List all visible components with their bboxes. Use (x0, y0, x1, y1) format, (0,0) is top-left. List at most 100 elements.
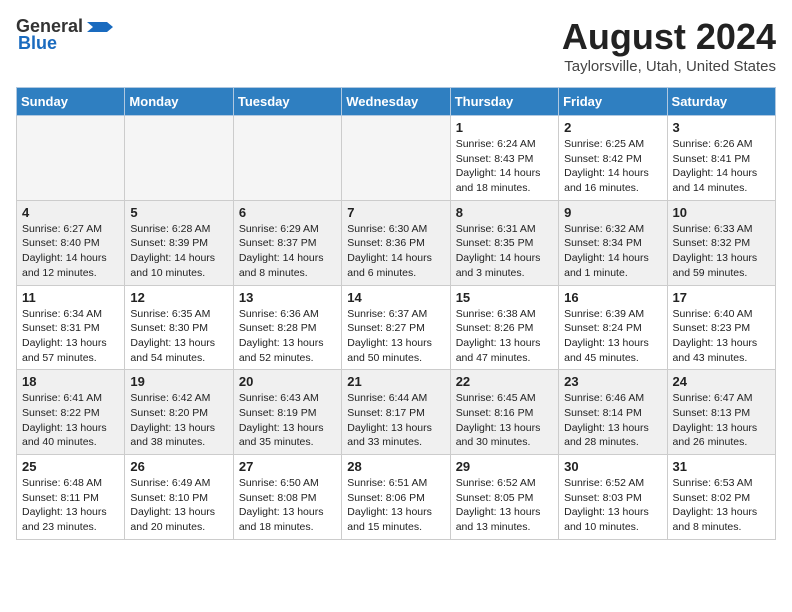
cell-info: Sunrise: 6:53 AM Sunset: 8:02 PM Dayligh… (673, 476, 770, 535)
calendar-cell: 25 Sunrise: 6:48 AM Sunset: 8:11 PM Dayli… (17, 455, 125, 540)
cell-info: Sunrise: 6:31 AM Sunset: 8:35 PM Dayligh… (456, 222, 553, 281)
day-number: 7 (347, 205, 444, 220)
cell-info: Sunrise: 6:35 AM Sunset: 8:30 PM Dayligh… (130, 307, 227, 366)
calendar-cell: 29Sunrise: 6:52 AM Sunset: 8:05 PM Dayli… (450, 455, 558, 540)
calendar-cell: 3 Sunrise: 6:26 AM Sunset: 8:41 PM Daylig… (667, 116, 775, 201)
logo: General Blue (16, 16, 115, 54)
day-number: 16 (564, 290, 661, 305)
day-number: 1 (456, 120, 553, 135)
cell-info: Sunrise: 6:45 AM Sunset: 8:16 PM Dayligh… (456, 391, 553, 450)
cell-info: Sunrise: 6:42 AM Sunset: 8:20 PM Dayligh… (130, 391, 227, 450)
calendar-week-row: 25 Sunrise: 6:48 AM Sunset: 8:11 PM Dayli… (17, 455, 776, 540)
col-header-thursday: Thursday (450, 88, 558, 116)
cell-info: Sunrise: 6:47 AM Sunset: 8:13 PM Dayligh… (673, 391, 770, 450)
logo-blue-text: Blue (18, 33, 57, 54)
calendar-cell: 4Sunrise: 6:27 AM Sunset: 8:40 PM Daylig… (17, 200, 125, 285)
cell-info: Sunrise: 6:30 AM Sunset: 8:36 PM Dayligh… (347, 222, 444, 281)
calendar-header-row: SundayMondayTuesdayWednesdayThursdayFrid… (17, 88, 776, 116)
calendar-cell: 9 Sunrise: 6:32 AM Sunset: 8:34 PM Daylig… (559, 200, 667, 285)
day-number: 8 (456, 205, 553, 220)
calendar-cell (233, 116, 341, 201)
day-number: 20 (239, 374, 336, 389)
calendar-cell: 20Sunrise: 6:43 AM Sunset: 8:19 PM Dayli… (233, 370, 341, 455)
calendar-cell: 2 Sunrise: 6:25 AM Sunset: 8:42 PM Daylig… (559, 116, 667, 201)
logo-arrow-icon (85, 18, 115, 36)
calendar-cell: 1 Sunrise: 6:24 AM Sunset: 8:43 PM Daylig… (450, 116, 558, 201)
calendar-cell (125, 116, 233, 201)
calendar-cell: 31Sunrise: 6:53 AM Sunset: 8:02 PM Dayli… (667, 455, 775, 540)
day-number: 14 (347, 290, 444, 305)
cell-info: Sunrise: 6:29 AM Sunset: 8:37 PM Dayligh… (239, 222, 336, 281)
col-header-sunday: Sunday (17, 88, 125, 116)
day-number: 17 (673, 290, 770, 305)
cell-info: Sunrise: 6:40 AM Sunset: 8:23 PM Dayligh… (673, 307, 770, 366)
cell-info: Sunrise: 6:50 AM Sunset: 8:08 PM Dayligh… (239, 476, 336, 535)
title-block: August 2024 Taylorsville, Utah, United S… (562, 16, 776, 75)
cell-info: Sunrise: 6:48 AM Sunset: 8:11 PM Dayligh… (22, 476, 119, 535)
day-number: 6 (239, 205, 336, 220)
day-number: 22 (456, 374, 553, 389)
day-number: 4 (22, 205, 119, 220)
cell-info: Sunrise: 6:32 AM Sunset: 8:34 PM Dayligh… (564, 222, 661, 281)
calendar-cell: 14Sunrise: 6:37 AM Sunset: 8:27 PM Dayli… (342, 285, 450, 370)
calendar-table: SundayMondayTuesdayWednesdayThursdayFrid… (16, 87, 776, 540)
day-number: 10 (673, 205, 770, 220)
day-number: 30 (564, 459, 661, 474)
day-number: 11 (22, 290, 119, 305)
cell-info: Sunrise: 6:46 AM Sunset: 8:14 PM Dayligh… (564, 391, 661, 450)
day-number: 18 (22, 374, 119, 389)
day-number: 28 (347, 459, 444, 474)
calendar-cell: 23 Sunrise: 6:46 AM Sunset: 8:14 PM Dayli… (559, 370, 667, 455)
calendar-cell: 19 Sunrise: 6:42 AM Sunset: 8:20 PM Dayli… (125, 370, 233, 455)
calendar-cell: 8 Sunrise: 6:31 AM Sunset: 8:35 PM Daylig… (450, 200, 558, 285)
calendar-week-row: 1 Sunrise: 6:24 AM Sunset: 8:43 PM Daylig… (17, 116, 776, 201)
day-number: 5 (130, 205, 227, 220)
calendar-week-row: 11Sunrise: 6:34 AM Sunset: 8:31 PM Dayli… (17, 285, 776, 370)
cell-info: Sunrise: 6:24 AM Sunset: 8:43 PM Dayligh… (456, 137, 553, 196)
col-header-monday: Monday (125, 88, 233, 116)
cell-info: Sunrise: 6:44 AM Sunset: 8:17 PM Dayligh… (347, 391, 444, 450)
day-number: 27 (239, 459, 336, 474)
col-header-tuesday: Tuesday (233, 88, 341, 116)
day-number: 25 (22, 459, 119, 474)
day-number: 9 (564, 205, 661, 220)
cell-info: Sunrise: 6:33 AM Sunset: 8:32 PM Dayligh… (673, 222, 770, 281)
day-number: 13 (239, 290, 336, 305)
calendar-cell: 12Sunrise: 6:35 AM Sunset: 8:30 PM Dayli… (125, 285, 233, 370)
calendar-cell: 5Sunrise: 6:28 AM Sunset: 8:39 PM Daylig… (125, 200, 233, 285)
calendar-cell: 13 Sunrise: 6:36 AM Sunset: 8:28 PM Dayli… (233, 285, 341, 370)
day-number: 24 (673, 374, 770, 389)
col-header-wednesday: Wednesday (342, 88, 450, 116)
day-number: 15 (456, 290, 553, 305)
col-header-saturday: Saturday (667, 88, 775, 116)
page-header: General Blue August 2024 Taylorsville, U… (16, 16, 776, 75)
calendar-cell: 16 Sunrise: 6:39 AM Sunset: 8:24 PM Dayli… (559, 285, 667, 370)
calendar-cell: 6 Sunrise: 6:29 AM Sunset: 8:37 PM Daylig… (233, 200, 341, 285)
location-subtitle: Taylorsville, Utah, United States (562, 58, 776, 75)
day-number: 2 (564, 120, 661, 135)
calendar-cell: 18Sunrise: 6:41 AM Sunset: 8:22 PM Dayli… (17, 370, 125, 455)
calendar-cell: 15 Sunrise: 6:38 AM Sunset: 8:26 PM Dayli… (450, 285, 558, 370)
cell-info: Sunrise: 6:25 AM Sunset: 8:42 PM Dayligh… (564, 137, 661, 196)
cell-info: Sunrise: 6:39 AM Sunset: 8:24 PM Dayligh… (564, 307, 661, 366)
cell-info: Sunrise: 6:52 AM Sunset: 8:05 PM Dayligh… (456, 476, 553, 535)
calendar-cell: 27 Sunrise: 6:50 AM Sunset: 8:08 PM Dayli… (233, 455, 341, 540)
col-header-friday: Friday (559, 88, 667, 116)
day-number: 26 (130, 459, 227, 474)
day-number: 23 (564, 374, 661, 389)
calendar-cell (17, 116, 125, 201)
cell-info: Sunrise: 6:51 AM Sunset: 8:06 PM Dayligh… (347, 476, 444, 535)
calendar-week-row: 4Sunrise: 6:27 AM Sunset: 8:40 PM Daylig… (17, 200, 776, 285)
month-year-title: August 2024 (562, 16, 776, 58)
day-number: 3 (673, 120, 770, 135)
cell-info: Sunrise: 6:38 AM Sunset: 8:26 PM Dayligh… (456, 307, 553, 366)
calendar-week-row: 18Sunrise: 6:41 AM Sunset: 8:22 PM Dayli… (17, 370, 776, 455)
cell-info: Sunrise: 6:36 AM Sunset: 8:28 PM Dayligh… (239, 307, 336, 366)
calendar-cell: 7 Sunrise: 6:30 AM Sunset: 8:36 PM Daylig… (342, 200, 450, 285)
calendar-cell: 28 Sunrise: 6:51 AM Sunset: 8:06 PM Dayli… (342, 455, 450, 540)
cell-info: Sunrise: 6:26 AM Sunset: 8:41 PM Dayligh… (673, 137, 770, 196)
calendar-cell: 21Sunrise: 6:44 AM Sunset: 8:17 PM Dayli… (342, 370, 450, 455)
cell-info: Sunrise: 6:52 AM Sunset: 8:03 PM Dayligh… (564, 476, 661, 535)
calendar-cell: 30 Sunrise: 6:52 AM Sunset: 8:03 PM Dayli… (559, 455, 667, 540)
day-number: 19 (130, 374, 227, 389)
